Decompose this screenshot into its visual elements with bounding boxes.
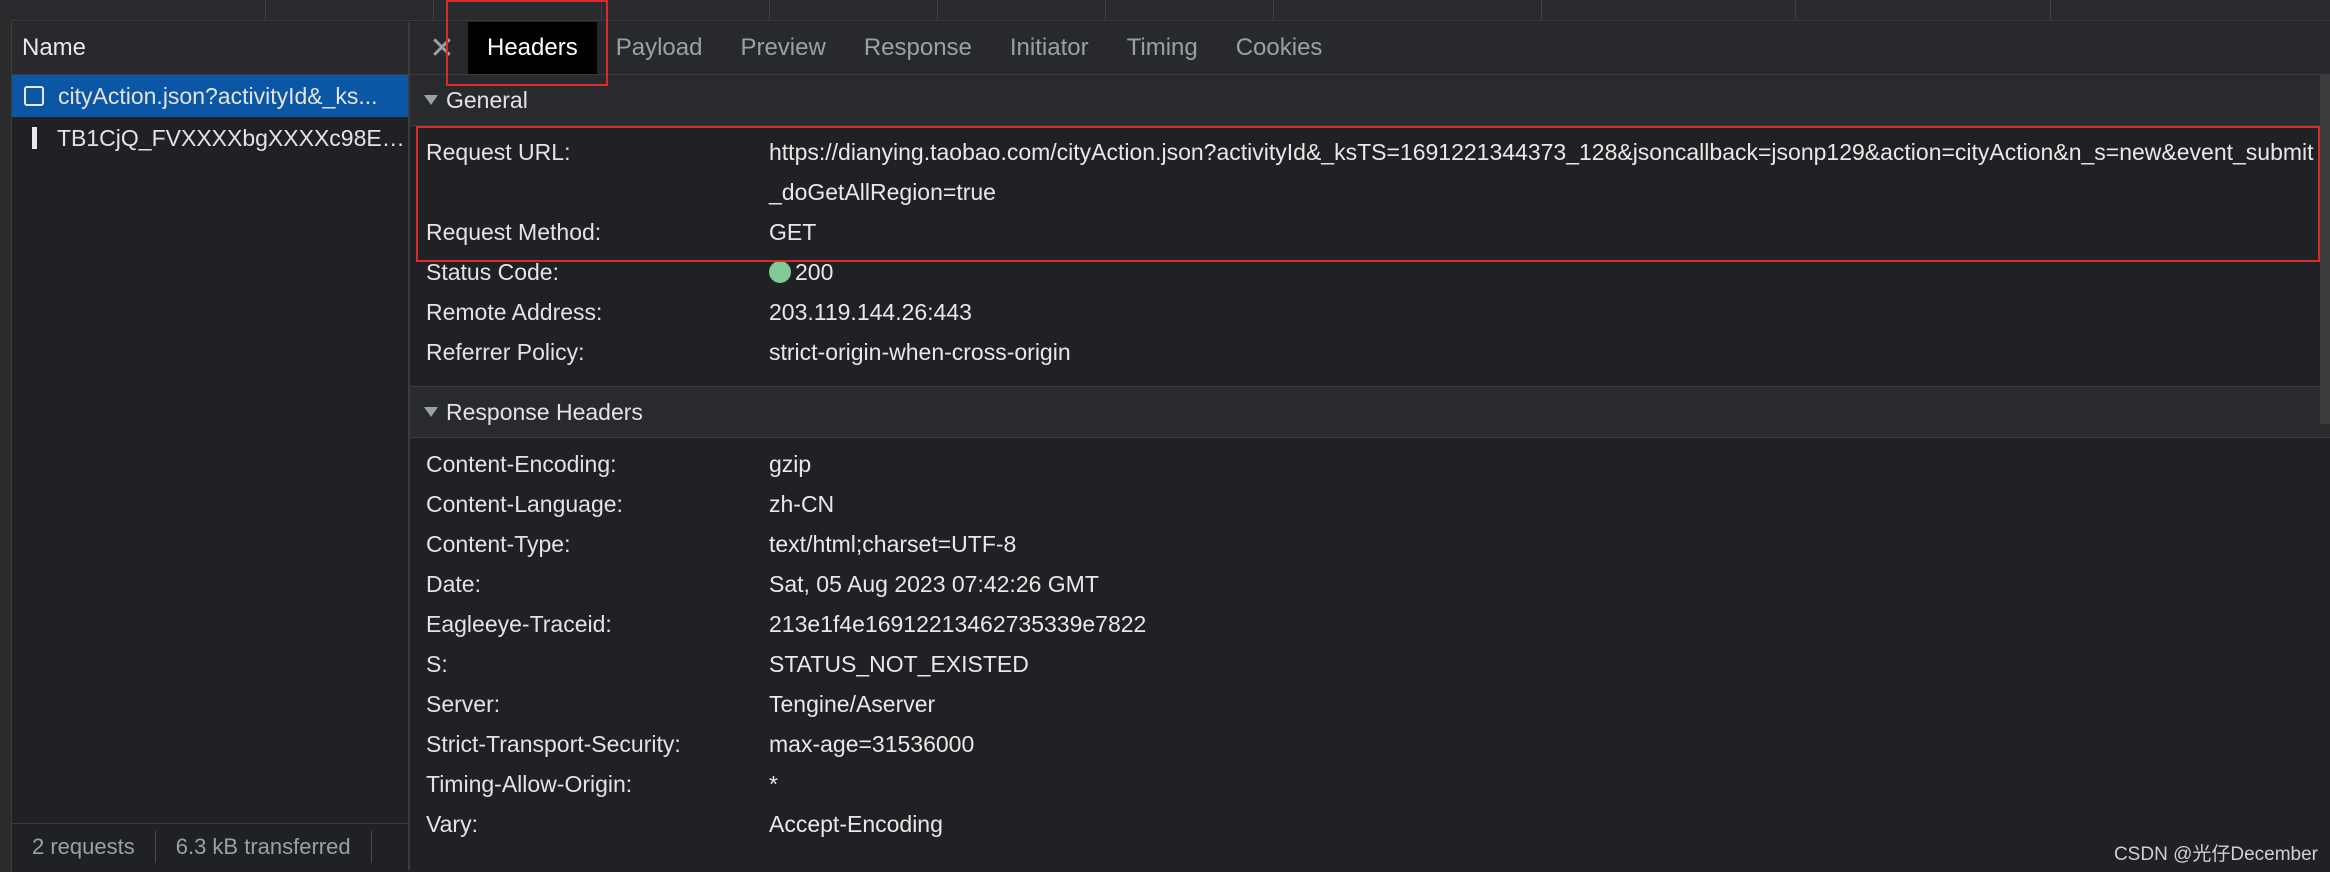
response-headers-section-header[interactable]: Response Headers (410, 387, 2330, 438)
header-key: Content-Language: (426, 491, 623, 517)
header-key: Referrer Policy: (426, 339, 585, 365)
general-section-header[interactable]: General (410, 75, 2330, 126)
header-value: * (769, 771, 778, 797)
top-toolbar-strip (0, 0, 2330, 21)
header-key: Date: (426, 571, 481, 597)
header-row: Content-Type: text/html;charset=UTF-8 (410, 524, 2330, 564)
name-column-header[interactable]: Name (12, 22, 408, 75)
header-key: Content-Type: (426, 531, 571, 557)
header-value: Accept-Encoding (769, 811, 943, 837)
tab-payload[interactable]: Payload (597, 22, 722, 74)
header-key: Remote Address: (426, 299, 603, 325)
tab-cookies[interactable]: Cookies (1217, 22, 1342, 74)
header-key: Eagleeye-Traceid: (426, 611, 612, 637)
transferred-size: 6.3 kB transferred (175, 834, 351, 859)
header-value: Sat, 05 Aug 2023 07:42:26 GMT (769, 571, 1099, 597)
tab-initiator[interactable]: Initiator (991, 22, 1108, 74)
header-row: Referrer Policy: strict-origin-when-cros… (410, 332, 2330, 372)
referrer-policy-value: strict-origin-when-cross-origin (769, 339, 1071, 365)
header-row: Strict-Transport-Security: max-age=315360… (410, 724, 2330, 764)
image-file-icon (32, 127, 37, 149)
header-row: Timing-Allow-Origin: * (410, 764, 2330, 804)
header-row: Remote Address: 203.119.144.26:443 (410, 292, 2330, 332)
header-value: STATUS_NOT_EXISTED (769, 651, 1029, 677)
status-code-value: 200 (795, 259, 834, 285)
header-row: Content-Encoding: gzip (410, 444, 2330, 484)
request-detail-panel: ✕ Headers Payload Preview Response Initi… (410, 0, 2330, 872)
tab-timing[interactable]: Timing (1108, 22, 1217, 74)
request-name: cityAction.json?activityId&_ks... (58, 83, 378, 109)
header-row: Request URL: https://dianying.taobao.com… (410, 132, 2330, 212)
header-row: Eagleeye-Traceid: 213e1f4e169122134627353… (410, 604, 2330, 644)
header-key: Server: (426, 691, 501, 717)
request-row-image[interactable]: TB1CjQ_FVXXXXbgXXXXc98EU... (12, 117, 408, 159)
header-value: 213e1f4e16912213462735339e7822 (769, 611, 1147, 637)
vertical-scrollbar[interactable] (2320, 74, 2330, 424)
remote-address-value: 203.119.144.26:443 (769, 299, 972, 325)
tab-preview[interactable]: Preview (721, 22, 844, 74)
detail-tab-bar: ✕ Headers Payload Preview Response Initi… (410, 22, 2330, 75)
request-url-value: https://dianying.taobao.com/cityAction.j… (769, 139, 2314, 205)
header-key: Strict-Transport-Security: (426, 731, 681, 757)
header-key: Request Method: (426, 219, 602, 245)
header-value: Tengine/Aserver (769, 691, 936, 717)
general-section: Request URL: https://dianying.taobao.com… (410, 126, 2330, 387)
header-key: Request URL: (426, 139, 571, 165)
header-row: Content-Language: zh-CN (410, 484, 2330, 524)
triangle-down-icon (424, 407, 438, 417)
header-value: gzip (769, 451, 812, 477)
close-icon[interactable]: ✕ (424, 31, 460, 66)
header-value: max-age=31536000 (769, 731, 975, 757)
header-row: S: STATUS_NOT_EXISTED (410, 644, 2330, 684)
general-title: General (446, 87, 528, 113)
header-row: Server: Tengine/Aserver (410, 684, 2330, 724)
response-headers-title: Response Headers (446, 399, 643, 425)
header-row: Status Code: 200 (410, 252, 2330, 292)
header-key: Content-Encoding: (426, 451, 617, 477)
header-key: Vary: (426, 811, 478, 837)
status-ok-icon (769, 261, 791, 283)
document-icon (24, 86, 44, 106)
watermark-text: CSDN @光仔December (2113, 844, 2318, 865)
request-name: TB1CjQ_FVXXXXbgXXXXc98EU... (57, 125, 408, 151)
request-row-cityaction[interactable]: cityAction.json?activityId&_ks... (12, 75, 408, 117)
header-key: Timing-Allow-Origin: (426, 771, 633, 797)
header-row: Date: Sat, 05 Aug 2023 07:42:26 GMT (410, 564, 2330, 604)
header-key: Status Code: (426, 259, 559, 285)
header-row: Vary: Accept-Encoding (410, 804, 2330, 844)
header-row: Request Method: GET (410, 212, 2330, 252)
request-method-value: GET (769, 219, 817, 245)
header-key: S: (426, 651, 448, 677)
header-value: zh-CN (769, 491, 835, 517)
request-count: 2 requests (32, 834, 135, 859)
triangle-down-icon (424, 95, 438, 105)
left-edge-gutter (0, 20, 12, 872)
tab-response[interactable]: Response (845, 22, 991, 74)
status-bar: 2 requests 6.3 kB transferred (12, 823, 408, 870)
response-headers-section: Content-Encoding: gzip Content-Language: z… (410, 438, 2330, 844)
header-value: text/html;charset=UTF-8 (769, 531, 1017, 557)
request-list-panel: Name cityAction.json?activityId&_ks... T… (12, 22, 410, 870)
tab-headers[interactable]: Headers (468, 22, 597, 74)
